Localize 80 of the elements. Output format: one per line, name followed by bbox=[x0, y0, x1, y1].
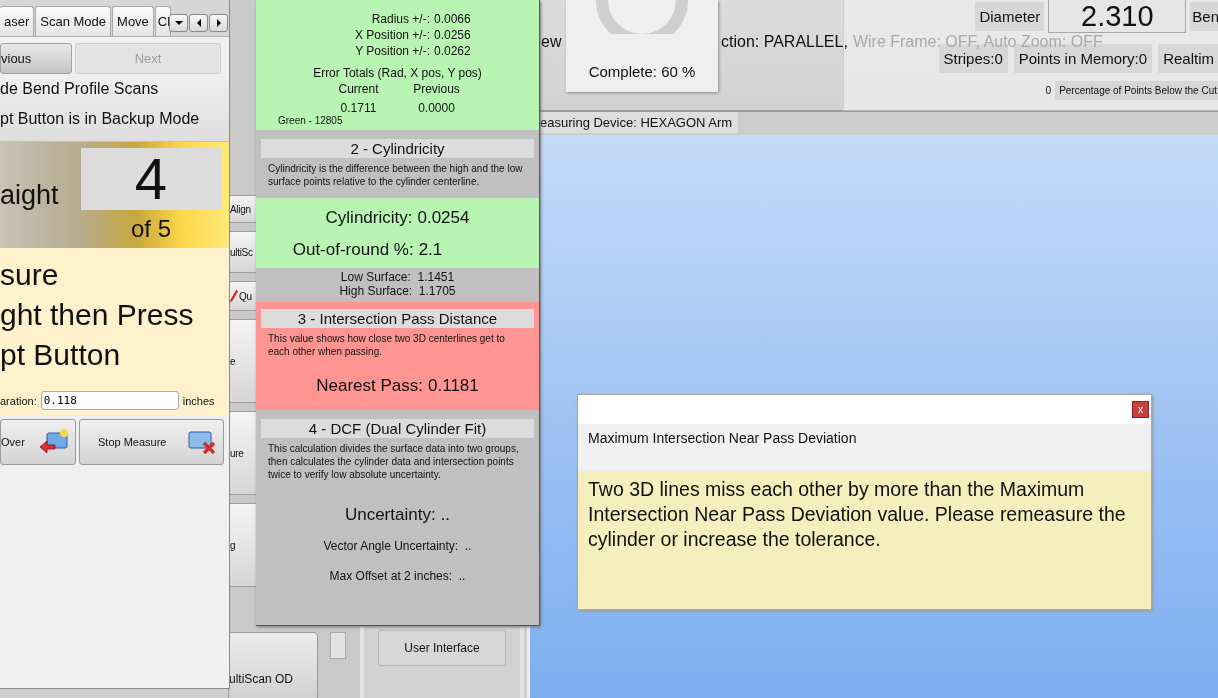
tab[interactable]: Cl bbox=[154, 6, 171, 36]
side-button[interactable]: ultiSc bbox=[228, 231, 256, 273]
bend-label: Ben bbox=[1190, 1, 1218, 31]
result-value: 2.1 bbox=[418, 240, 443, 260]
status-note: Green - 12805 bbox=[278, 115, 343, 126]
total-value: 0.1711 bbox=[340, 101, 377, 115]
side-button[interactable]: ure bbox=[228, 411, 256, 495]
dialog-message: Two 3D lines miss each other by more than the Maximum Intersection Near Pass Deviation value. Please remeasure the cylinder or increase the tolerance. bbox=[588, 477, 1127, 552]
step-number: 4 bbox=[81, 147, 221, 210]
scroll-right-button[interactable] bbox=[209, 14, 228, 32]
status-text: ew bbox=[541, 33, 563, 51]
detail-text: High Surface: 1.1705 bbox=[339, 284, 456, 298]
result-label: Out-of-round %: bbox=[292, 240, 414, 260]
left-arrow-icon bbox=[195, 19, 202, 27]
column-header: Previous bbox=[413, 82, 460, 96]
section-header: 2 - Cylindricity bbox=[261, 139, 534, 158]
total-value: 0.0000 bbox=[418, 101, 455, 115]
diameter-value: 2.310 bbox=[1048, 0, 1187, 33]
right-arrow-icon bbox=[215, 19, 222, 27]
status-text: ction: PARALLEL, bbox=[721, 33, 848, 51]
nav-button[interactable]: vious bbox=[0, 43, 72, 74]
action-button[interactable]: Stop Measure bbox=[79, 419, 224, 465]
result-value: .. bbox=[440, 505, 451, 525]
detail-text: Vector Angle Uncertainty: .. bbox=[323, 539, 472, 553]
detail-text: Low Surface: 1.1451 bbox=[340, 270, 455, 284]
dropdown-button[interactable] bbox=[169, 14, 188, 32]
multiscan-button[interactable]: ultiScan OD bbox=[228, 632, 318, 698]
counter-label: Points in Memory:0 bbox=[1013, 44, 1153, 73]
section-description: Cylindricity is the difference between the high and the low surface points relative to the cylinder centerline. bbox=[267, 162, 524, 188]
section-description: This value shows how close two 3D centerlines get to each other when passing. bbox=[267, 332, 506, 358]
tab[interactable]: aser bbox=[0, 6, 35, 36]
section-header: 4 - DCF (Dual Cylinder Fit) bbox=[261, 419, 534, 438]
row-value: 0.0262 bbox=[434, 44, 472, 58]
result-label: Nearest Pass: bbox=[316, 376, 423, 396]
result-value: 0.1181 bbox=[428, 376, 479, 396]
side-button[interactable]: e bbox=[228, 319, 256, 403]
counter-label: Realtim bbox=[1158, 44, 1218, 73]
counter-label: Stripes:0 bbox=[938, 44, 1008, 73]
side-button[interactable]: Qu bbox=[228, 281, 256, 311]
separation-field[interactable]: 0.118 bbox=[40, 391, 179, 410]
tab[interactable]: Scan Mode bbox=[35, 6, 112, 36]
result-value: 0.0254 bbox=[417, 208, 470, 228]
detail-text: Max Offset at 2 inches: .. bbox=[329, 569, 466, 583]
note-text: pt Button is in Backup Mode bbox=[0, 110, 201, 128]
tab[interactable]: Move bbox=[112, 6, 154, 36]
user-interface-button[interactable]: User Interface bbox=[378, 630, 506, 666]
cut-label: Percentage of Points Below the Cut bbox=[1055, 81, 1218, 100]
result-label: Cylindricity: bbox=[325, 208, 413, 228]
section-description: This calculation divides the surface data into two groups, then calculates the cylinder data and intersection points twice to verify low absolute uncertainty. bbox=[267, 442, 520, 481]
totals-title: Error Totals (Rad, X pos, Y pos) bbox=[313, 66, 482, 80]
row-value: 0.0066 bbox=[434, 12, 472, 26]
stop-icon bbox=[187, 429, 217, 455]
unit-label: inches bbox=[182, 394, 215, 407]
device-label: easuring Device: HEXAGON Arm bbox=[540, 112, 739, 133]
row-label: Y Position +/-: bbox=[355, 44, 430, 58]
result-label: Uncertainty: bbox=[344, 505, 436, 525]
row-value: 0.0256 bbox=[434, 28, 472, 42]
instruction-text: sure bbox=[0, 257, 60, 293]
diameter-label: Diameter bbox=[975, 1, 1045, 31]
caret-icon bbox=[174, 20, 183, 26]
close-button[interactable]: x bbox=[1132, 401, 1149, 418]
instruction-text: pt Button bbox=[0, 337, 122, 373]
progress-label: Complete: 60 % bbox=[588, 63, 696, 80]
separation-label: aration: bbox=[0, 394, 37, 407]
step-label: aight bbox=[0, 179, 60, 211]
column-header: Current bbox=[338, 82, 379, 96]
action-button[interactable]: Over bbox=[0, 419, 76, 465]
cut-value: 0 bbox=[1045, 85, 1052, 96]
side-button[interactable]: Align bbox=[228, 195, 256, 223]
note-text: de Bend Profile Scans bbox=[0, 80, 160, 98]
section-header: 3 - Intersection Pass Distance bbox=[261, 309, 534, 328]
row-label: X Position +/-: bbox=[354, 28, 430, 42]
scrollbar[interactable] bbox=[330, 632, 346, 659]
side-button[interactable]: g bbox=[228, 503, 256, 587]
step-total: of 5 bbox=[131, 214, 171, 243]
row-label: Radius +/-: bbox=[371, 12, 430, 26]
instruction-text: ght then Press bbox=[0, 297, 195, 333]
scroll-left-button[interactable] bbox=[189, 14, 208, 32]
dialog-heading: Maximum Intersection Near Pass Deviation bbox=[578, 424, 1151, 471]
back-arrow-icon bbox=[39, 429, 69, 455]
